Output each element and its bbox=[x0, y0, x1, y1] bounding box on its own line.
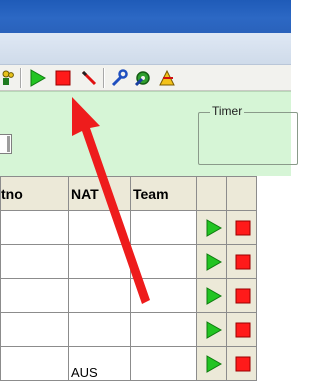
play-icon bbox=[206, 287, 222, 305]
cell-team[interactable] bbox=[130, 312, 197, 347]
table-row[interactable] bbox=[0, 312, 257, 347]
row-play-button[interactable] bbox=[196, 278, 227, 313]
play-icon bbox=[206, 219, 222, 237]
cell-nat[interactable] bbox=[68, 244, 131, 279]
row-play-button[interactable] bbox=[196, 346, 227, 381]
cell-nat[interactable] bbox=[68, 312, 131, 347]
stop-icon bbox=[235, 254, 251, 270]
green-panel: Timer bbox=[0, 91, 298, 176]
wrench-icon[interactable] bbox=[110, 69, 128, 87]
play-icon bbox=[206, 321, 222, 339]
cell-tno[interactable] bbox=[0, 312, 69, 347]
column-header-stop bbox=[226, 176, 257, 211]
row-play-button[interactable] bbox=[196, 210, 227, 245]
column-header-nat[interactable]: NAT bbox=[68, 176, 131, 211]
gear-icon[interactable] bbox=[134, 69, 152, 87]
toolbar-separator bbox=[20, 68, 22, 88]
stop-icon bbox=[235, 288, 251, 304]
cell-team[interactable] bbox=[130, 346, 197, 381]
cell-tno[interactable] bbox=[0, 244, 69, 279]
cell-nat[interactable]: AUS bbox=[68, 346, 131, 381]
table-row[interactable] bbox=[0, 244, 257, 279]
table-row[interactable] bbox=[0, 278, 257, 313]
stop-icon bbox=[235, 322, 251, 338]
results-grid: tno NAT Team AUS bbox=[0, 176, 257, 381]
cell-team[interactable] bbox=[130, 278, 197, 313]
tools-icon[interactable] bbox=[158, 69, 176, 87]
cell-team[interactable] bbox=[130, 244, 197, 279]
table-row[interactable] bbox=[0, 210, 257, 245]
play-icon[interactable] bbox=[28, 69, 46, 87]
toolbar-separator bbox=[103, 68, 105, 88]
cell-tno[interactable] bbox=[0, 278, 69, 313]
timer-label: Timer bbox=[210, 104, 245, 118]
cell-tno[interactable] bbox=[0, 346, 69, 381]
cell-team[interactable] bbox=[130, 210, 197, 245]
play-icon bbox=[206, 253, 222, 271]
cell-nat[interactable] bbox=[68, 210, 131, 245]
row-stop-button[interactable] bbox=[226, 210, 257, 245]
column-header-tno[interactable]: tno bbox=[0, 176, 69, 211]
stop-icon bbox=[235, 220, 251, 236]
menu-bar bbox=[0, 33, 291, 65]
toolbar bbox=[0, 65, 291, 91]
play-icon bbox=[206, 355, 222, 373]
stop-icon bbox=[235, 356, 251, 372]
column-header-play bbox=[196, 176, 227, 211]
row-stop-button[interactable] bbox=[226, 346, 257, 381]
stop-icon[interactable] bbox=[54, 69, 72, 87]
grid-header-row: tno NAT Team bbox=[0, 176, 257, 211]
row-stop-button[interactable] bbox=[226, 312, 257, 347]
column-header-team[interactable]: Team bbox=[130, 176, 197, 211]
panel-input-stub[interactable] bbox=[0, 134, 12, 154]
cell-tno[interactable] bbox=[0, 210, 69, 245]
window-titlebar bbox=[0, 0, 291, 33]
people-icon[interactable] bbox=[0, 69, 14, 87]
row-play-button[interactable] bbox=[196, 312, 227, 347]
table-row[interactable]: AUS bbox=[0, 346, 257, 381]
row-play-button[interactable] bbox=[196, 244, 227, 279]
timer-group bbox=[198, 112, 298, 165]
row-stop-button[interactable] bbox=[226, 244, 257, 279]
cell-nat[interactable] bbox=[68, 278, 131, 313]
wand-icon[interactable] bbox=[80, 69, 98, 87]
row-stop-button[interactable] bbox=[226, 278, 257, 313]
